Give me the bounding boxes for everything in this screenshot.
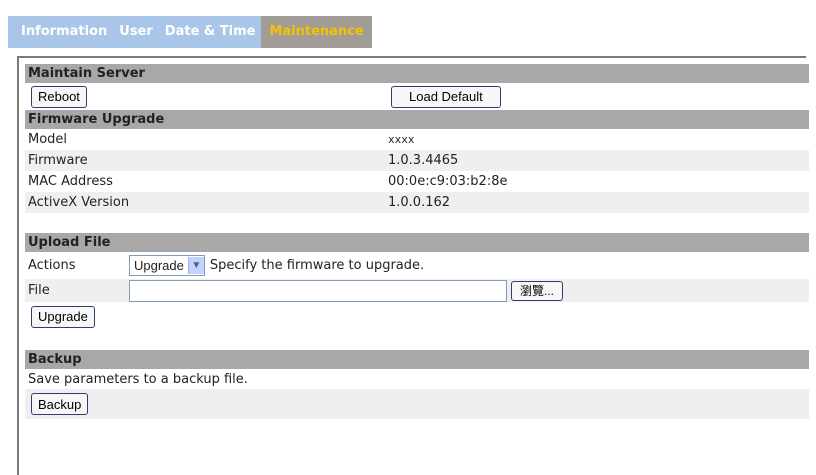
actions-hint: Specify the firmware to upgrade. xyxy=(209,258,425,273)
activex-version-label: ActiveX Version xyxy=(28,195,130,210)
backup-cell: Backup xyxy=(25,393,89,415)
mac-address-value: 00:0e:c9:03:b2:8e xyxy=(388,174,508,189)
chevron-down-icon[interactable]: ▼ xyxy=(187,257,204,274)
section-header-firmware-upgrade: Firmware Upgrade xyxy=(25,110,809,129)
file-label: File xyxy=(28,283,50,298)
firmware-row-activex: ActiveX Version 1.0.0.162 xyxy=(25,192,809,213)
model-value: xxxx xyxy=(388,133,415,146)
tab-date-time[interactable]: Date & Time xyxy=(159,16,262,48)
backup-description-row: Save parameters to a backup file. xyxy=(25,369,809,389)
section-header-maintain-server: Maintain Server xyxy=(25,64,809,83)
load-default-cell: Load Default xyxy=(391,85,809,108)
actions-select-value: Upgrade xyxy=(134,258,184,273)
upgrade-button[interactable]: Upgrade xyxy=(31,305,95,328)
backup-button[interactable]: Backup xyxy=(31,393,89,415)
firmware-label: Firmware xyxy=(28,153,88,168)
upgrade-cell: Upgrade xyxy=(25,305,95,328)
maintenance-panel: Maintain Server Reboot Load Default Firm… xyxy=(25,64,809,419)
browse-button[interactable]: 瀏覽... xyxy=(511,280,564,301)
tab-user[interactable]: User xyxy=(113,16,159,48)
section-header-backup: Backup xyxy=(25,350,809,369)
activex-version-value: 1.0.0.162 xyxy=(388,195,451,210)
tab-strip: Information User Date & Time Maintenance xyxy=(8,16,372,48)
tab-bar: Information User Date & Time Maintenance xyxy=(8,16,788,48)
backup-description: Save parameters to a backup file. xyxy=(28,371,248,387)
reboot-button[interactable]: Reboot xyxy=(31,85,87,108)
load-default-button[interactable]: Load Default xyxy=(391,85,501,108)
tab-maintenance[interactable]: Maintenance xyxy=(261,16,372,48)
model-label: Model xyxy=(28,132,68,147)
reboot-cell: Reboot xyxy=(25,85,391,108)
firmware-row-model: Model xxxx xyxy=(25,129,809,150)
firmware-row-mac: MAC Address 00:0e:c9:03:b2:8e xyxy=(25,171,809,192)
upload-file-row: File 瀏覽... xyxy=(25,279,809,302)
tab-information[interactable]: Information xyxy=(8,16,113,48)
mac-address-label: MAC Address xyxy=(28,174,113,189)
firmware-value: 1.0.3.4465 xyxy=(388,153,459,168)
actions-select[interactable]: Upgrade ▼ xyxy=(129,255,205,276)
upgrade-button-row: Upgrade xyxy=(25,302,809,331)
actions-label: Actions xyxy=(28,258,76,273)
firmware-row-firmware: Firmware 1.0.3.4465 xyxy=(25,150,809,171)
section-header-upload-file: Upload File xyxy=(25,233,809,252)
upload-actions-row: Actions Upgrade ▼ Specify the firmware t… xyxy=(25,252,809,279)
file-path-input[interactable] xyxy=(129,279,507,302)
backup-button-row: Backup xyxy=(25,389,809,419)
maintain-server-row: Reboot Load Default xyxy=(25,83,809,110)
